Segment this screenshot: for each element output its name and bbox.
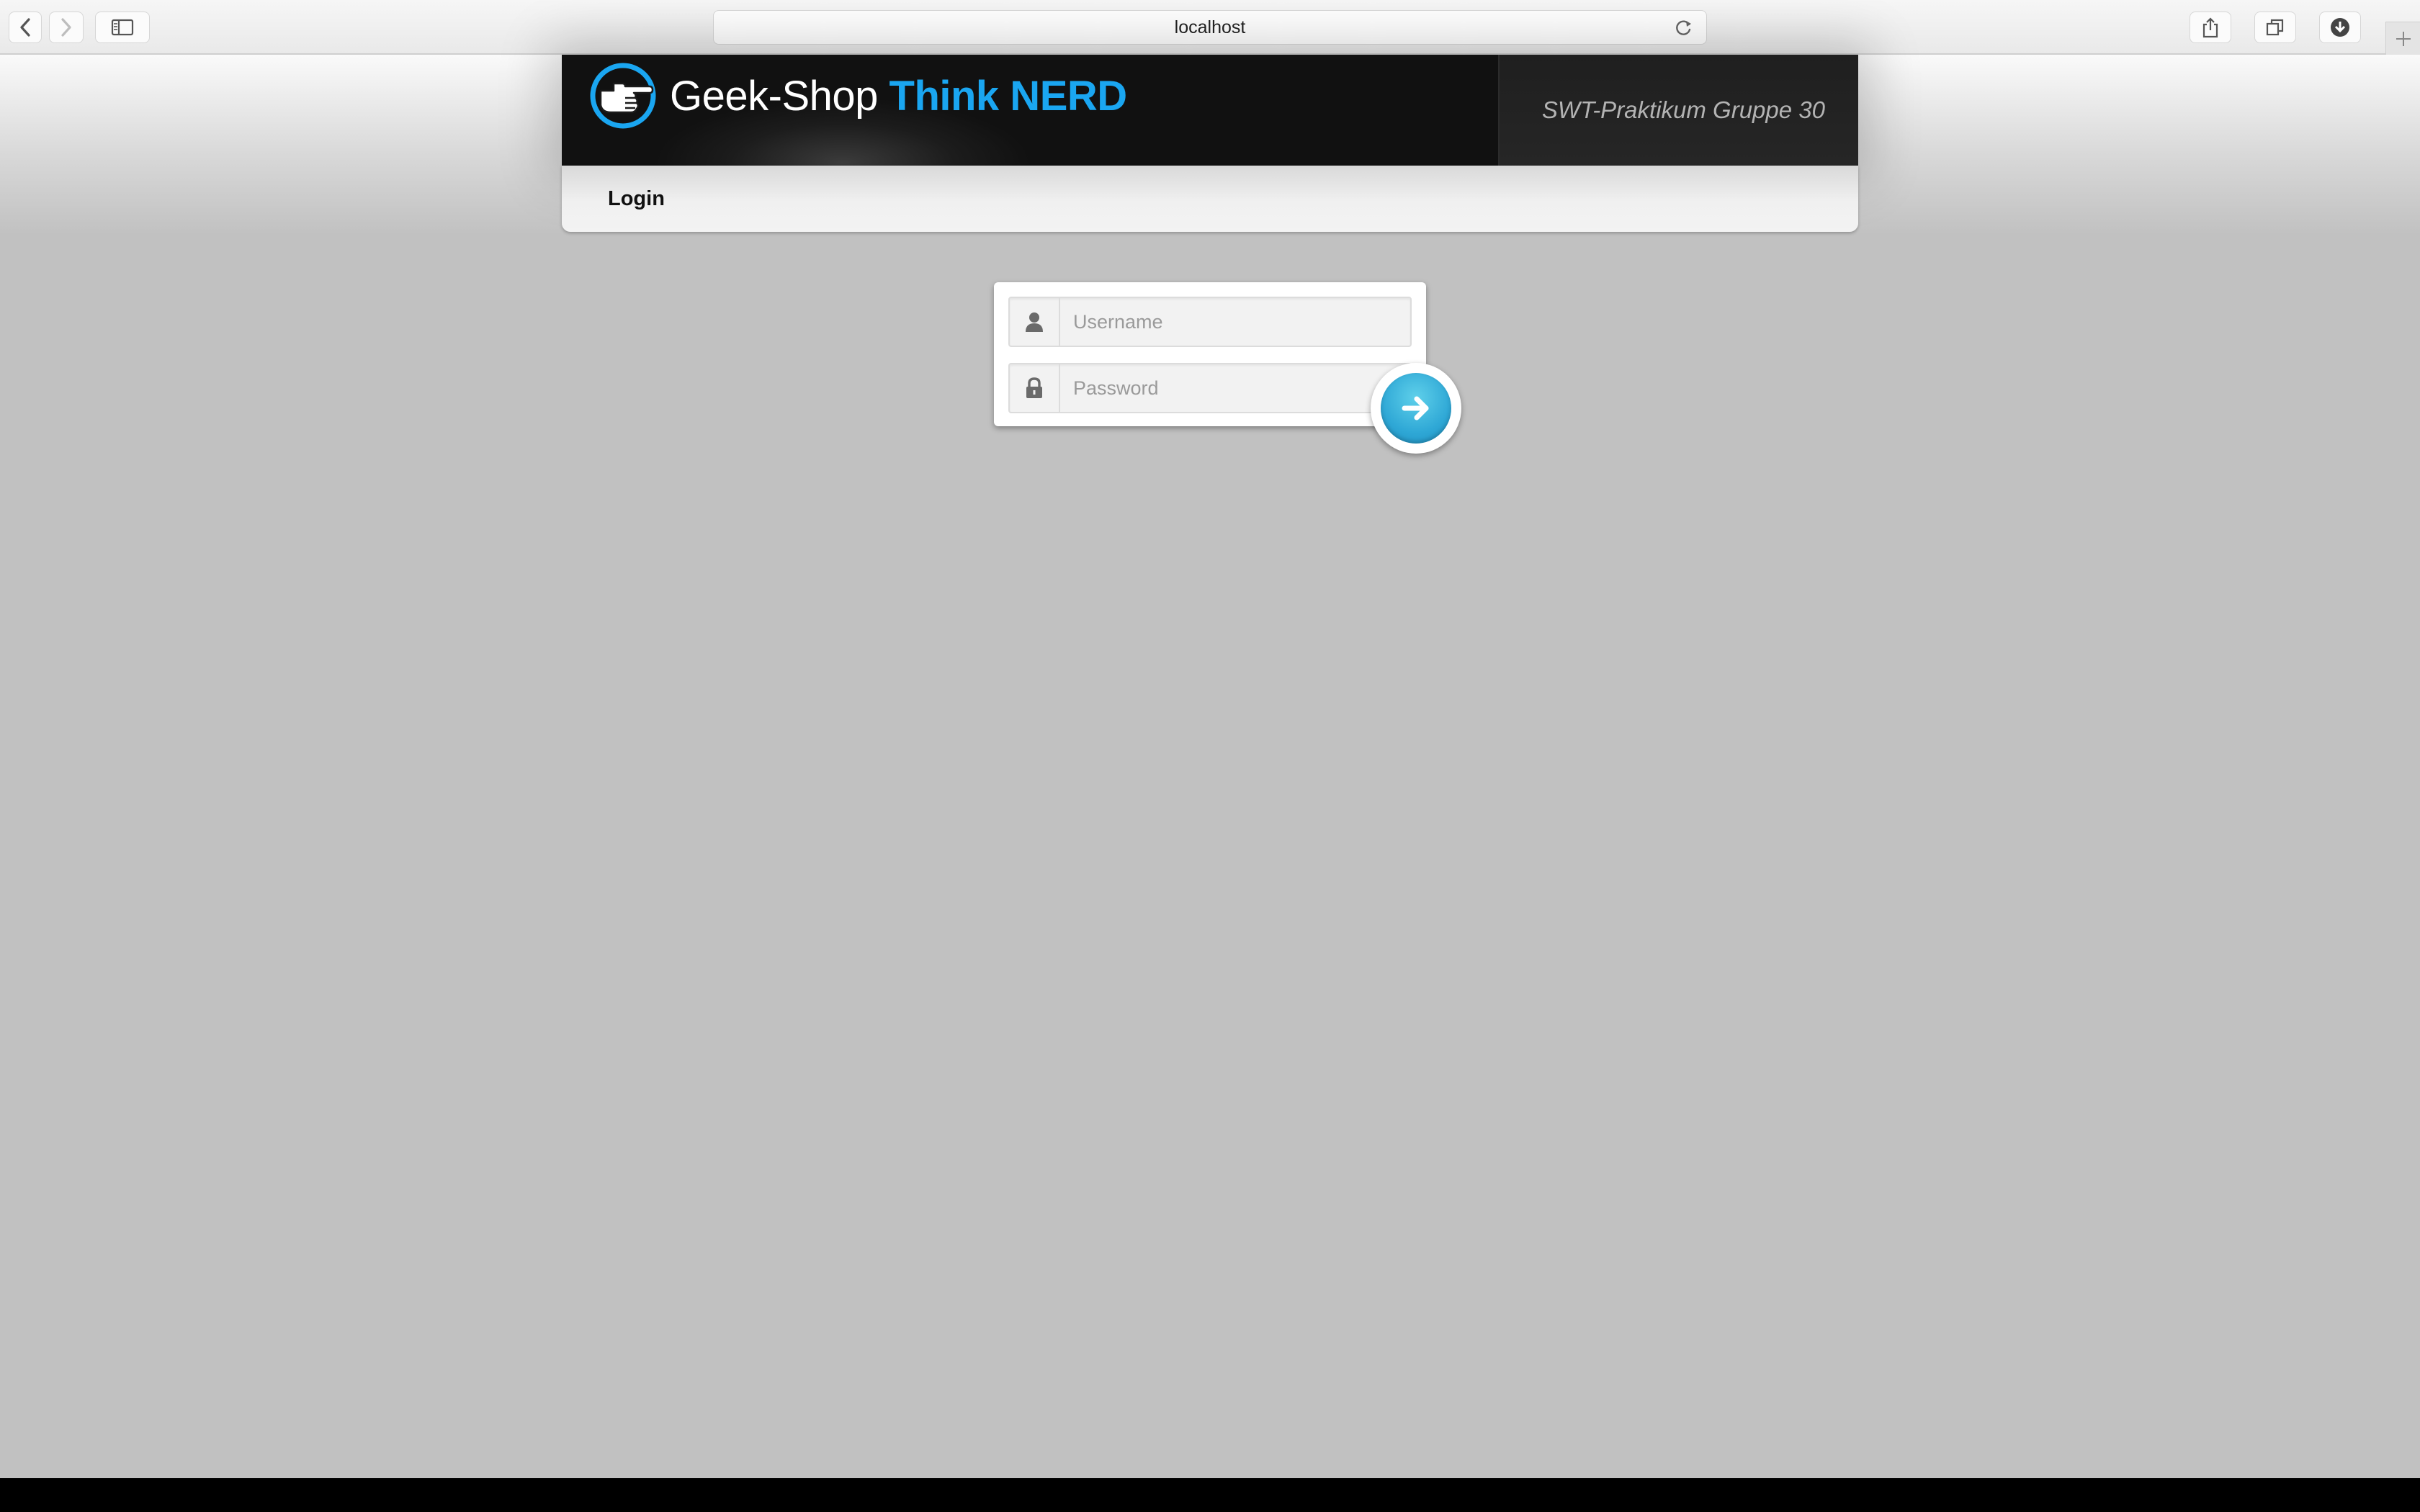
- tabs-icon: [2266, 19, 2284, 36]
- reload-icon[interactable]: [1673, 18, 1693, 38]
- back-icon: [20, 18, 30, 37]
- nav-bar: Login: [562, 166, 1858, 232]
- password-input[interactable]: [1062, 364, 1350, 412]
- username-field: [1008, 297, 1412, 347]
- site-header: Geek-Shop Think NERD SWT-Praktikum Grupp…: [562, 55, 1858, 166]
- sidebar-icon: [111, 19, 134, 36]
- arrow-right-icon: [1402, 396, 1429, 420]
- pointing-hand-icon[interactable]: [589, 62, 657, 130]
- share-icon: [2202, 17, 2218, 38]
- address-bar[interactable]: localhost: [713, 10, 1707, 45]
- tabs-button[interactable]: [2254, 12, 2296, 43]
- page: Geek-Shop Think NERD SWT-Praktikum Grupp…: [0, 55, 2420, 1478]
- nav-item-login[interactable]: Login: [608, 166, 665, 232]
- password-field: [1008, 363, 1412, 413]
- share-button[interactable]: [2190, 12, 2231, 43]
- download-icon: [2331, 18, 2349, 37]
- header-tagline: SWT-Praktikum Gruppe 30: [1541, 96, 1825, 123]
- brand-primary: Geek-Shop: [670, 73, 878, 120]
- back-button[interactable]: [9, 12, 42, 43]
- username-input[interactable]: [1062, 298, 1350, 346]
- password-icon-box: [1010, 364, 1060, 412]
- browser-toolbar: localhost: [0, 0, 2420, 55]
- bottom-bar: [0, 1478, 2420, 1512]
- sidebar-button[interactable]: [95, 12, 150, 43]
- lock-icon: [1026, 377, 1042, 398]
- user-icon: [1026, 312, 1043, 332]
- forward-icon: [61, 18, 71, 37]
- downloads-button[interactable]: [2319, 12, 2361, 43]
- brand-title[interactable]: Geek-Shop Think NERD: [670, 72, 1127, 120]
- url-text[interactable]: localhost: [714, 11, 1706, 44]
- header-tagline-panel: SWT-Praktikum Gruppe 30: [1498, 55, 1858, 166]
- new-tab-button[interactable]: [2385, 22, 2420, 55]
- forward-button[interactable]: [49, 12, 84, 43]
- login-card: [994, 282, 1426, 426]
- username-icon-box: [1010, 298, 1060, 346]
- brand-secondary: Think NERD: [889, 73, 1128, 120]
- plus-icon: [2396, 31, 2411, 46]
- login-submit-button[interactable]: [1381, 373, 1451, 444]
